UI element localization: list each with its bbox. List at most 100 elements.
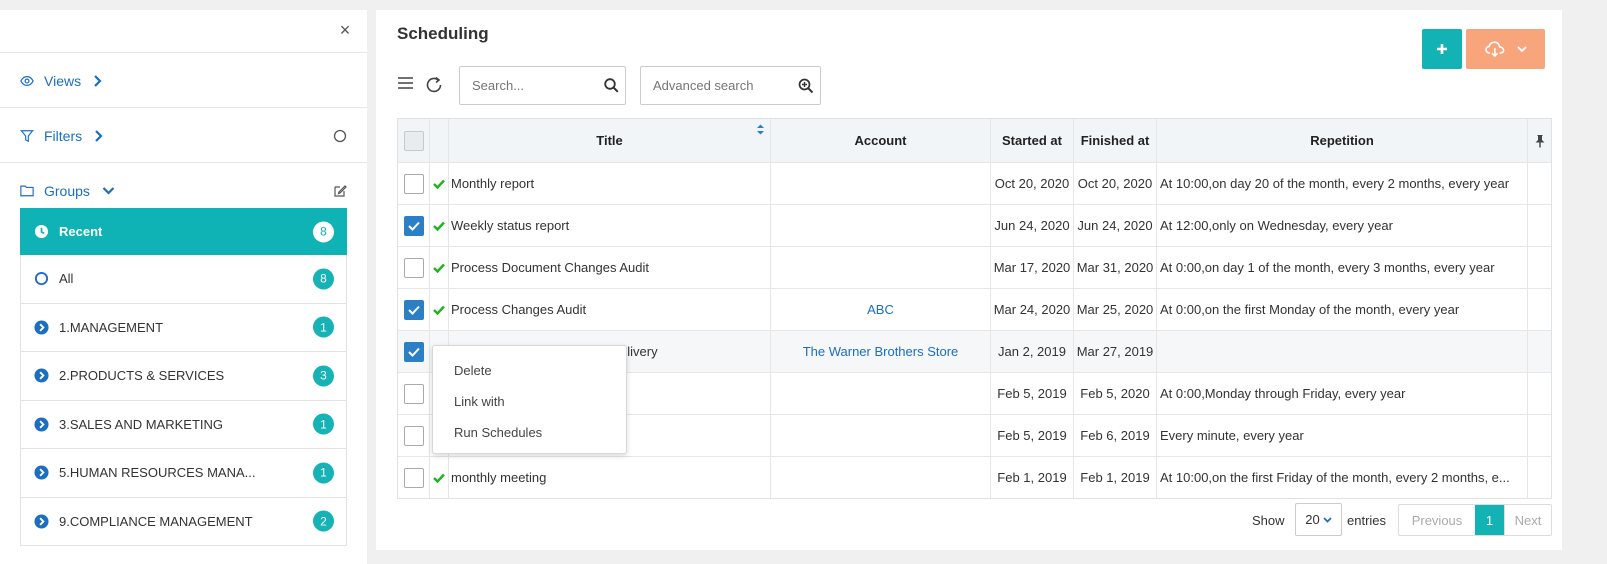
zoom-in-icon[interactable]: [798, 78, 814, 97]
column-header-repetition[interactable]: Repetition: [1157, 119, 1528, 162]
chevron-circle-right-icon: [33, 465, 49, 481]
row-account[interactable]: [771, 163, 991, 204]
table-row[interactable]: monthly meeting Feb 1, 2019 Feb 1, 2019 …: [398, 456, 1551, 498]
row-checkbox[interactable]: [403, 257, 424, 278]
row-finished: Mar 25, 2020: [1074, 289, 1157, 330]
group-item-all[interactable]: All 8: [20, 255, 347, 304]
row-checkbox-checked[interactable]: [403, 341, 424, 362]
column-header-account[interactable]: Account: [771, 119, 991, 162]
count-badge: 8: [313, 268, 334, 290]
advanced-search-input[interactable]: [641, 67, 771, 104]
advanced-search-box: [640, 66, 821, 105]
table-row[interactable]: Weekly status report Jun 24, 2020 Jun 24…: [398, 204, 1551, 246]
download-button[interactable]: [1466, 29, 1545, 69]
row-repetition: At 0:00,Monday through Friday, every yea…: [1157, 373, 1528, 414]
edit-icon[interactable]: [333, 184, 347, 198]
page-title: Scheduling: [397, 24, 489, 43]
check-icon: [430, 163, 449, 204]
row-account[interactable]: [771, 247, 991, 288]
row-title: Process Changes Audit: [449, 289, 771, 330]
row-account[interactable]: [771, 415, 991, 456]
sidebar-views[interactable]: Views: [0, 52, 367, 108]
chevron-down-icon: [1323, 516, 1332, 523]
refresh-icon[interactable]: [425, 76, 443, 97]
chevron-circle-right-icon: [33, 368, 49, 384]
group-item-compliance[interactable]: 9.COMPLIANCE MANAGEMENT 2: [20, 497, 347, 546]
row-started: Feb 1, 2019: [991, 457, 1074, 498]
check-icon: [430, 205, 449, 246]
row-checkbox[interactable]: [403, 467, 424, 488]
row-started: Mar 24, 2020: [991, 289, 1074, 330]
row-finished: Feb 1, 2019: [1074, 457, 1157, 498]
row-account-link[interactable]: ABC: [771, 289, 991, 330]
row-checkbox-cell: [398, 457, 430, 498]
row-account[interactable]: [771, 205, 991, 246]
table-row[interactable]: Process Changes Audit ABC Mar 24, 2020 M…: [398, 288, 1551, 330]
group-item-management[interactable]: 1.MANAGEMENT 1: [20, 303, 347, 352]
menu-icon[interactable]: [397, 76, 414, 93]
sidebar-filters[interactable]: Filters: [0, 107, 367, 163]
column-header-started[interactable]: Started at: [991, 119, 1074, 162]
row-checkbox-checked[interactable]: [403, 215, 424, 236]
select-all-checkbox[interactable]: [403, 130, 424, 151]
pin-icon[interactable]: [1528, 119, 1552, 162]
group-item-human-resources[interactable]: 5.HUMAN RESOURCES MANA... 1: [20, 449, 347, 498]
row-title: Process Document Changes Audit: [449, 247, 771, 288]
row-pin-cell: [1528, 373, 1552, 414]
row-checkbox[interactable]: [403, 383, 424, 404]
check-icon: [430, 457, 449, 498]
group-label: All: [59, 271, 74, 287]
search-icon[interactable]: [604, 78, 619, 96]
row-checkbox[interactable]: [403, 425, 424, 446]
column-account-label: Account: [854, 133, 907, 148]
row-pin-cell: [1528, 415, 1552, 456]
table-row[interactable]: Monthly report Oct 20, 2020 Oct 20, 2020…: [398, 162, 1551, 204]
row-repetition: [1157, 331, 1528, 372]
group-item-recent[interactable]: Recent 8: [20, 208, 347, 255]
row-account[interactable]: [771, 373, 991, 414]
page-size-select[interactable]: 20: [1295, 503, 1342, 536]
column-header-finished[interactable]: Finished at: [1074, 119, 1157, 162]
context-menu-link-with[interactable]: Link with: [454, 394, 505, 409]
page-1-button[interactable]: 1: [1475, 505, 1504, 535]
check-icon: [430, 289, 449, 330]
row-pin-cell: [1528, 289, 1552, 330]
count-badge: 2: [313, 510, 334, 532]
column-repetition-label: Repetition: [1310, 133, 1374, 148]
row-checkbox[interactable]: [403, 173, 424, 194]
column-finished-label: Finished at: [1080, 133, 1150, 148]
close-icon[interactable]: ×: [337, 21, 353, 39]
row-repetition: At 0:00,on day 1 of the month, every 3 m…: [1157, 247, 1528, 288]
add-button[interactable]: [1422, 29, 1462, 69]
search-input[interactable]: [460, 67, 590, 104]
filter-toggle-icon[interactable]: [333, 129, 347, 143]
group-item-sales-marketing[interactable]: 3.SALES AND MARKETING 1: [20, 400, 347, 449]
row-started: Oct 20, 2020: [991, 163, 1074, 204]
header-checkbox-cell: [398, 119, 430, 162]
row-finished: Feb 6, 2019: [1074, 415, 1157, 456]
context-menu-run-schedules[interactable]: Run Schedules: [454, 425, 542, 440]
groups-label: Groups: [44, 182, 90, 199]
row-pin-cell: [1528, 205, 1552, 246]
previous-button[interactable]: Previous: [1399, 505, 1475, 535]
chevron-down-icon: [1516, 45, 1527, 52]
search-box: [459, 66, 626, 105]
filter-icon: [20, 129, 34, 142]
row-account-link[interactable]: The Warner Brothers Store: [771, 331, 991, 372]
pagination: Previous 1 Next: [1398, 504, 1552, 536]
next-button[interactable]: Next: [1504, 505, 1551, 535]
chevron-circle-right-icon: [33, 319, 49, 335]
column-header-title[interactable]: Title: [449, 119, 771, 162]
row-checkbox-cell: [398, 415, 430, 456]
group-label: 1.MANAGEMENT: [59, 319, 164, 335]
table-row[interactable]: Process Document Changes Audit Mar 17, 2…: [398, 246, 1551, 288]
sort-icon[interactable]: [756, 123, 765, 139]
row-checkbox-checked[interactable]: [403, 299, 424, 320]
row-title: monthly meeting: [449, 457, 771, 498]
context-menu-delete[interactable]: Delete: [454, 363, 492, 378]
row-title: Weekly status report: [449, 205, 771, 246]
group-item-products-services[interactable]: 2.PRODUCTS & SERVICES 3: [20, 352, 347, 401]
chevron-right-icon: [94, 129, 104, 142]
eye-icon: [20, 75, 34, 86]
row-account[interactable]: [771, 457, 991, 498]
